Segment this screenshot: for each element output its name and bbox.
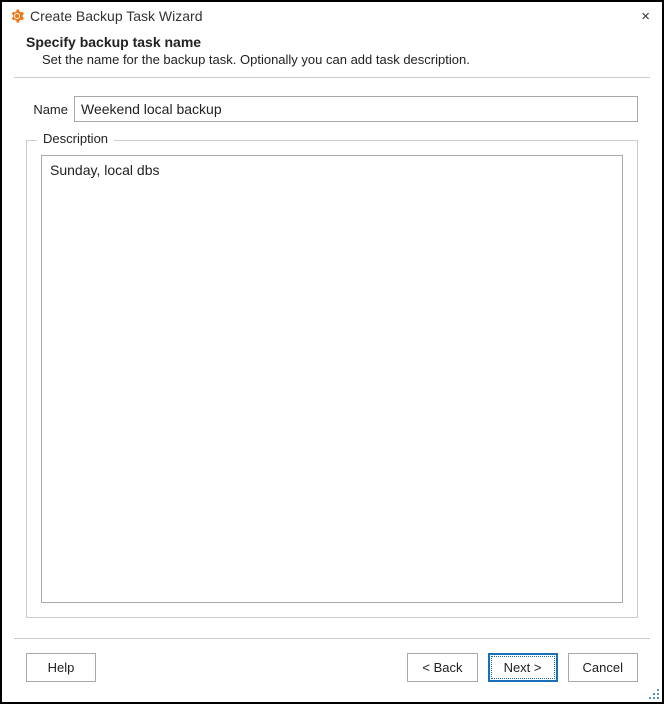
gear-icon <box>10 9 24 23</box>
description-fieldset: Description <box>26 140 638 618</box>
wizard-footer: Help < Back Next > Cancel <box>2 639 662 702</box>
name-label: Name <box>26 102 68 117</box>
cancel-button[interactable]: Cancel <box>568 653 638 682</box>
next-button[interactable]: Next > <box>488 653 558 682</box>
close-button[interactable]: × <box>637 9 654 24</box>
step-title: Specify backup task name <box>26 34 638 50</box>
step-subtitle: Set the name for the backup task. Option… <box>26 52 638 67</box>
name-input[interactable] <box>74 96 638 122</box>
back-button[interactable]: < Back <box>407 653 477 682</box>
description-legend: Description <box>37 131 114 146</box>
wizard-header: Specify backup task name Set the name fo… <box>2 28 662 77</box>
window-title: Create Backup Task Wizard <box>30 8 631 24</box>
wizard-body: Name Description <box>2 78 662 626</box>
name-row: Name <box>26 96 638 122</box>
titlebar: Create Backup Task Wizard × <box>2 2 662 28</box>
wizard-window: Create Backup Task Wizard × Specify back… <box>0 0 664 704</box>
description-textarea[interactable] <box>41 155 623 603</box>
help-button[interactable]: Help <box>26 653 96 682</box>
